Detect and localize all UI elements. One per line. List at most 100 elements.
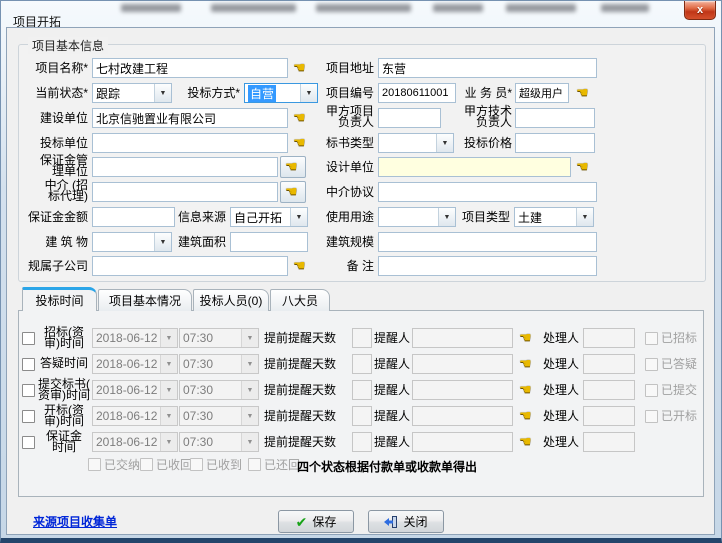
handler-label: 处理人 xyxy=(543,410,581,423)
construction-unit-input[interactable] xyxy=(92,108,288,128)
date-picker[interactable]: 2018-06-12 ▼ xyxy=(92,432,178,452)
handler-input[interactable] xyxy=(583,380,635,400)
glass-blur-artifact xyxy=(316,4,411,12)
tab-eight-roles[interactable]: 八大员 xyxy=(270,289,330,311)
agency-agreement-input[interactable] xyxy=(378,182,597,202)
deposit-check-label: 已交纳 xyxy=(104,459,144,472)
project-type-combobox[interactable]: 土建 ▼ xyxy=(514,207,594,227)
bid-open-time-checkbox[interactable] xyxy=(22,332,35,345)
remind-days-input[interactable] xyxy=(352,380,372,400)
current-status-combobox[interactable]: 跟踪 ▼ xyxy=(92,83,172,103)
lookup-hand-icon[interactable]: ☚ xyxy=(576,159,592,175)
time-picker[interactable]: 07:30 ▼ xyxy=(179,354,259,374)
bid-doc-type-label: 标书类型 xyxy=(326,137,374,150)
bid-unit-input[interactable] xyxy=(92,133,288,153)
chevron-down-icon: ▼ xyxy=(436,134,453,152)
usage-label: 使用用途 xyxy=(326,211,374,224)
party-a-pm-input[interactable] xyxy=(378,108,441,128)
handler-input[interactable] xyxy=(583,354,635,374)
lookup-hand-icon[interactable]: ☚ xyxy=(519,356,535,372)
close-icon: x xyxy=(697,4,703,16)
remind-days-input[interactable] xyxy=(352,432,372,452)
save-button-label: 保存 xyxy=(312,513,336,530)
time-picker[interactable]: 07:30 ▼ xyxy=(179,432,259,452)
submit-bid-doc-time-checkbox[interactable] xyxy=(22,384,35,397)
chevron-down-icon: ▼ xyxy=(160,433,177,451)
project-no-input[interactable] xyxy=(378,83,456,103)
tab-bid-staff[interactable]: 投标人员(0) xyxy=(193,289,269,311)
tab-project-basic[interactable]: 项目基本情况 xyxy=(98,289,192,311)
remind-days-input[interactable] xyxy=(352,406,372,426)
building-scale-input[interactable] xyxy=(378,232,597,252)
date-picker[interactable]: 2018-06-12 ▼ xyxy=(92,354,178,374)
agency-lookup-button[interactable]: ☚ xyxy=(280,181,306,203)
time-picker[interactable]: 07:30 ▼ xyxy=(179,406,259,426)
reminder-input[interactable] xyxy=(412,406,513,426)
lookup-hand-icon[interactable]: ☚ xyxy=(519,330,535,346)
deposit-time-checkbox[interactable] xyxy=(22,436,35,449)
agency-input[interactable] xyxy=(92,182,278,202)
tab-bid-time[interactable]: 投标时间 xyxy=(22,287,97,311)
date-picker[interactable]: 2018-06-12 ▼ xyxy=(92,328,178,348)
close-window-button[interactable]: x xyxy=(684,1,716,20)
bid-method-combobox[interactable]: 自营 ▼ xyxy=(244,83,318,103)
usage-combobox[interactable]: ▼ xyxy=(378,207,456,227)
project-name-label: 项目名称* xyxy=(24,62,88,75)
exit-door-icon xyxy=(384,515,398,529)
project-type-label: 项目类型 xyxy=(462,211,510,224)
lookup-hand-icon[interactable]: ☚ xyxy=(293,258,309,274)
open-bid-time-checkbox[interactable] xyxy=(22,410,35,423)
design-unit-input[interactable] xyxy=(378,157,571,177)
deposit-mgmt-lookup-button[interactable]: ☚ xyxy=(280,156,306,178)
lookup-hand-icon[interactable]: ☚ xyxy=(576,85,592,101)
project-address-input[interactable] xyxy=(378,58,597,78)
date-value: 2018-06-12 xyxy=(93,433,160,451)
save-button[interactable]: ✔ 保存 xyxy=(278,510,354,533)
reminder-input[interactable] xyxy=(412,354,513,374)
lookup-hand-icon[interactable]: ☚ xyxy=(293,60,309,76)
remind-days-input[interactable] xyxy=(352,354,372,374)
row-label: 提交标书( 资审)时间 xyxy=(36,379,92,401)
handler-input[interactable] xyxy=(583,406,635,426)
handler-label: 处理人 xyxy=(543,436,581,449)
handler-input[interactable] xyxy=(583,328,635,348)
building-combobox[interactable]: ▼ xyxy=(92,232,172,252)
lookup-hand-icon[interactable]: ☚ xyxy=(519,408,535,424)
qa-time-checkbox[interactable] xyxy=(22,358,35,371)
date-picker[interactable]: 2018-06-12 ▼ xyxy=(92,380,178,400)
party-a-tech-input[interactable] xyxy=(515,108,595,128)
reminder-input[interactable] xyxy=(412,432,513,452)
handler-input[interactable] xyxy=(583,432,635,452)
deposit-mgmt-unit-input[interactable] xyxy=(92,157,278,177)
time-picker[interactable]: 07:30 ▼ xyxy=(179,380,259,400)
remind-days-input[interactable] xyxy=(352,328,372,348)
date-value: 2018-06-12 xyxy=(93,407,160,425)
time-picker[interactable]: 07:30 ▼ xyxy=(179,328,259,348)
deposit-amount-input[interactable] xyxy=(92,207,175,227)
remark-input[interactable] xyxy=(378,256,597,276)
status-label: 已答疑 xyxy=(661,358,705,371)
info-source-combobox[interactable]: 自己开拓 ▼ xyxy=(230,207,308,227)
glass-blur-artifact xyxy=(211,4,296,12)
project-address-label: 项目地址 xyxy=(326,62,374,75)
bid-doc-type-combobox[interactable]: ▼ xyxy=(378,133,454,153)
reminder-input[interactable] xyxy=(412,328,513,348)
lookup-hand-icon[interactable]: ☚ xyxy=(293,135,309,151)
building-value xyxy=(93,233,154,251)
current-status-value: 跟踪 xyxy=(93,84,154,102)
reminder-input[interactable] xyxy=(412,380,513,400)
project-name-input[interactable] xyxy=(92,58,288,78)
close-button[interactable]: 关闭 xyxy=(368,510,444,533)
bid-price-input[interactable] xyxy=(515,133,595,153)
status-done-checkbox xyxy=(645,410,658,423)
salesman-input[interactable] xyxy=(515,83,569,103)
subsidiary-input[interactable] xyxy=(92,256,288,276)
date-picker[interactable]: 2018-06-12 ▼ xyxy=(92,406,178,426)
lookup-hand-icon[interactable]: ☚ xyxy=(293,110,309,126)
lookup-hand-icon[interactable]: ☚ xyxy=(519,434,535,450)
building-area-label: 建筑面积 xyxy=(178,236,226,249)
building-area-input[interactable] xyxy=(230,232,308,252)
info-source-label: 信息来源 xyxy=(178,211,226,224)
lookup-hand-icon[interactable]: ☚ xyxy=(519,382,535,398)
source-collection-link[interactable]: 来源项目收集单 xyxy=(33,513,117,530)
